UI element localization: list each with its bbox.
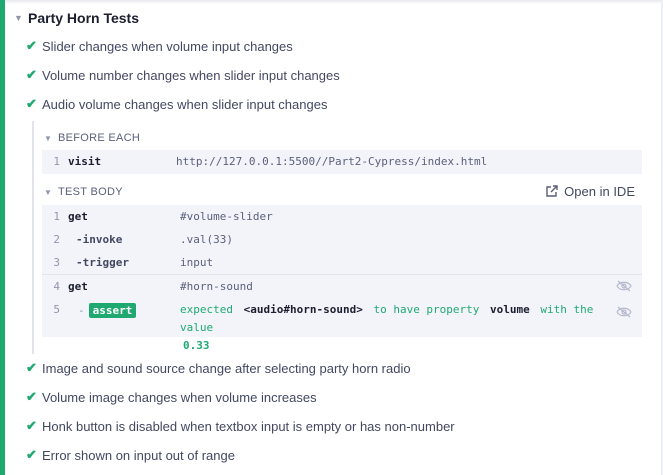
test-title: Audio volume changes when slider input c… (42, 96, 328, 112)
before-each-commands: 1 visit http://127.0.0.1:5500//Part2-Cyp… (42, 150, 642, 174)
command-number: 4 (53, 280, 60, 293)
assert-badge: assert (88, 303, 137, 318)
test-title: Volume number changes when slider input … (42, 67, 340, 83)
suite-title: Party Horn Tests (28, 10, 139, 26)
suite-status-bar (0, 0, 5, 475)
test-row[interactable]: ✔ Error shown on input out of range (26, 445, 235, 465)
command-row[interactable]: 1 visit http://127.0.0.1:5500//Part2-Cyp… (42, 150, 642, 173)
command-name: get (68, 210, 88, 223)
test-detail: ▼ BEFORE EACH 1 visit http://127.0.0.1:5… (32, 121, 660, 354)
open-in-ide-button[interactable]: Open in IDE (545, 181, 635, 201)
test-title: Honk button is disabled when textbox inp… (42, 418, 455, 434)
command-row[interactable]: 5 - assert expected <audio#horn-sound> t… (42, 298, 642, 352)
test-title: Image and sound source change after sele… (42, 360, 411, 376)
check-icon: ✔ (26, 389, 37, 404)
test-body-header[interactable]: ▼ TEST BODY (44, 183, 123, 201)
test-title: Slider changes when volume input changes (42, 38, 293, 54)
test-row[interactable]: ✔ Honk button is disabled when textbox i… (26, 416, 455, 436)
external-link-icon (546, 184, 558, 197)
test-title: Volume image changes when volume increas… (42, 389, 317, 405)
test-row[interactable]: ✔ Volume number changes when slider inpu… (26, 65, 340, 85)
command-message: .val(33) (180, 233, 233, 246)
command-message: http://127.0.0.1:5500//Part2-Cypress/ind… (176, 155, 488, 168)
command-number: 2 (53, 233, 60, 246)
test-row[interactable]: ✔ Volume image changes when volume incre… (26, 387, 317, 407)
command-row[interactable]: 3 -trigger input (42, 251, 642, 274)
command-number: 1 (53, 210, 60, 223)
command-number: 3 (53, 256, 60, 269)
caret-down-icon: ▼ (44, 133, 53, 143)
command-name: visit (68, 155, 102, 168)
command-message: #volume-slider (180, 210, 273, 223)
check-icon: ✔ (26, 447, 37, 462)
test-row[interactable]: ✔ Image and sound source change after se… (26, 358, 411, 378)
command-name: -trigger (76, 256, 129, 269)
command-name: -invoke (76, 233, 123, 246)
command-message: input (180, 256, 214, 269)
assert-middle: to have property (373, 303, 480, 316)
check-icon: ✔ (26, 38, 37, 53)
before-each-header[interactable]: ▼ BEFORE EACH (44, 129, 140, 147)
check-icon: ✔ (26, 418, 37, 433)
command-row[interactable]: 2 -invoke .val(33) (42, 228, 642, 251)
test-body-commands: 1 get #volume-slider 2 -invoke .val(33) … (42, 205, 642, 352)
command-name: - assert (68, 303, 180, 318)
caret-down-icon: ▼ (14, 13, 23, 23)
assert-element[interactable]: <audio#horn-sound> (244, 303, 363, 316)
assert-property: volume (490, 303, 530, 316)
command-dash: - (78, 304, 85, 317)
check-icon: ✔ (26, 360, 37, 375)
caret-down-icon: ▼ (44, 187, 53, 197)
command-row[interactable]: 4 get #horn-sound (42, 275, 642, 298)
open-in-ide-label: Open in IDE (564, 183, 635, 199)
command-name: get (68, 280, 88, 293)
assert-expected: expected (180, 303, 233, 316)
test-row[interactable]: ✔ Slider changes when volume input chang… (26, 36, 293, 56)
eye-slash-icon[interactable] (616, 280, 632, 292)
assert-value: 0.33 (183, 339, 210, 352)
command-message: expected <audio#horn-sound> to have prop… (180, 301, 632, 355)
eye-slash-icon[interactable] (616, 306, 632, 318)
section-label: BEFORE EACH (58, 132, 141, 144)
command-number: 5 (53, 303, 60, 316)
check-icon: ✔ (26, 96, 37, 111)
command-message: #horn-sound (180, 280, 253, 293)
command-number: 1 (53, 155, 60, 168)
command-row[interactable]: 1 get #volume-slider (42, 205, 642, 228)
test-row[interactable]: ✔ Audio volume changes when slider input… (26, 94, 327, 114)
test-runner-panel: ▼ Party Horn Tests ✔ Slider changes when… (0, 0, 663, 475)
check-icon: ✔ (26, 67, 37, 82)
top-shadow (0, 0, 663, 4)
test-title: Error shown on input out of range (42, 447, 235, 463)
suite-header[interactable]: ▼ Party Horn Tests (14, 8, 139, 28)
section-label: TEST BODY (58, 186, 123, 198)
